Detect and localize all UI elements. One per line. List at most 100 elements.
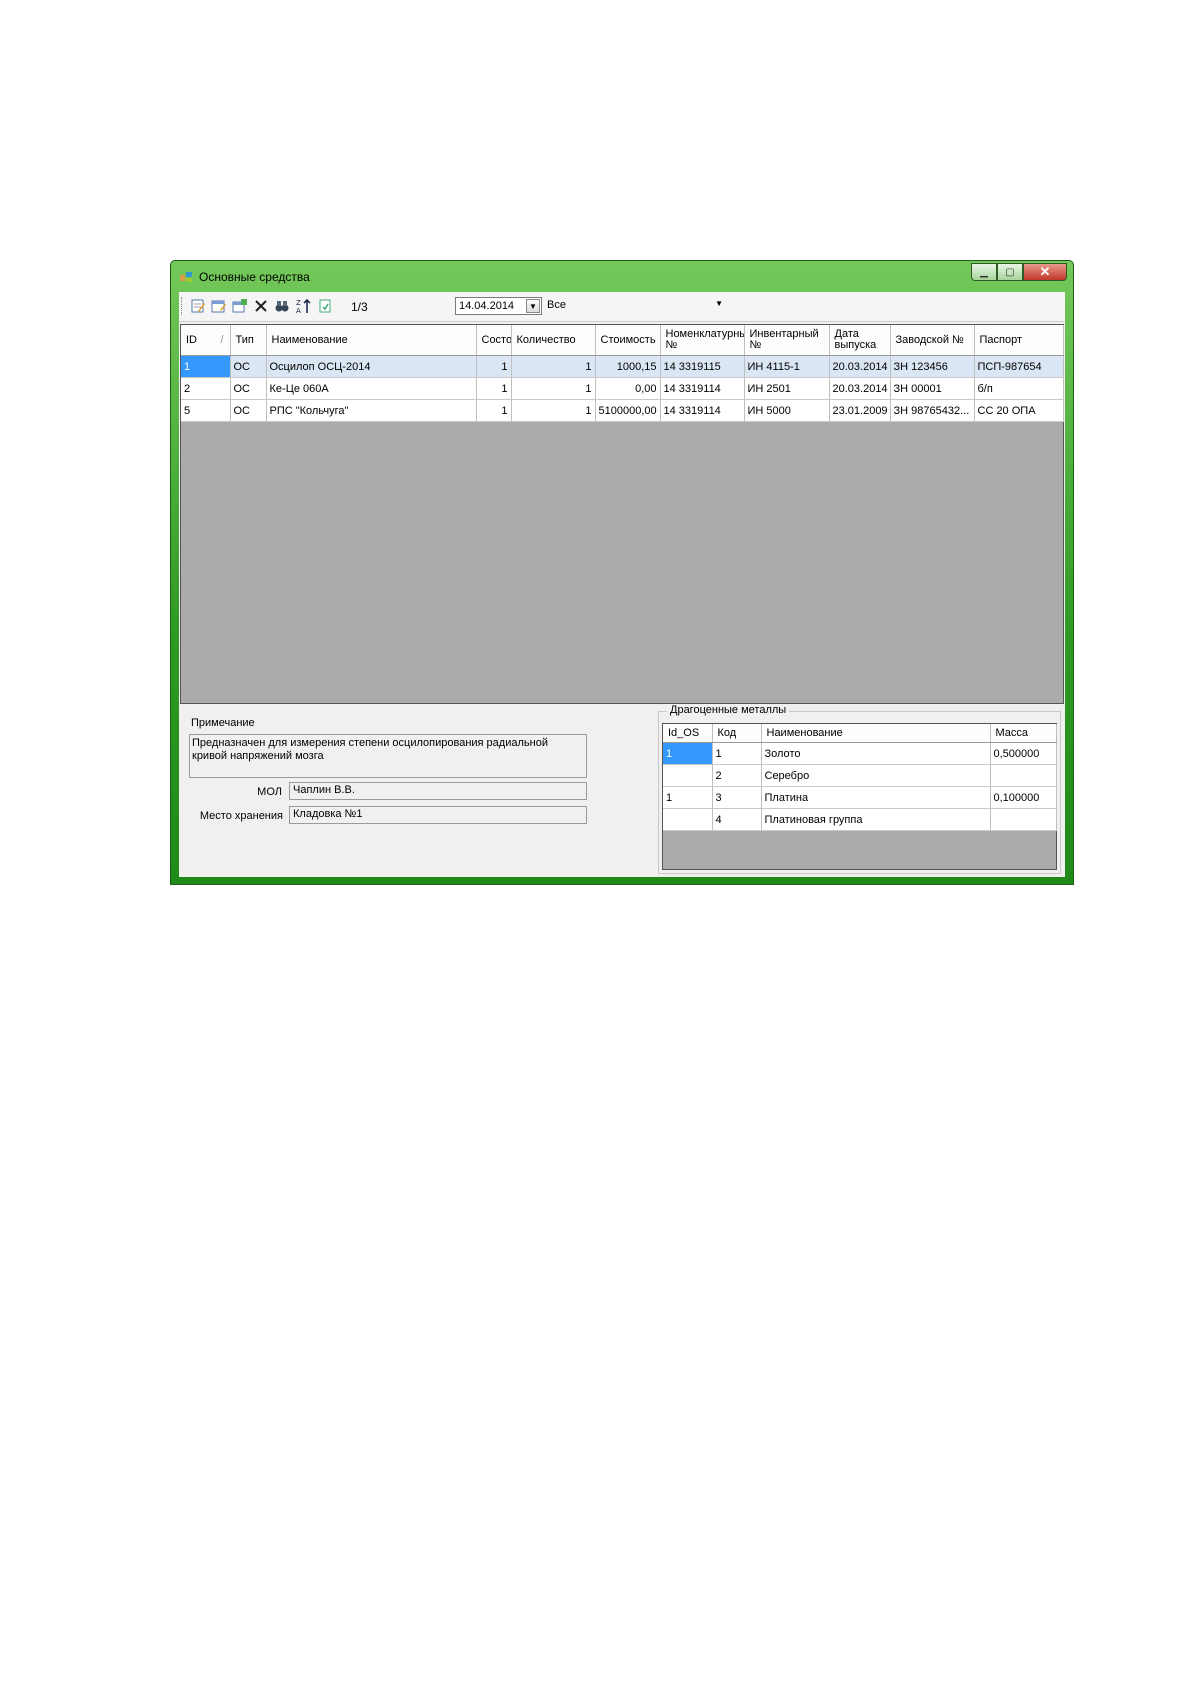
cell-cost[interactable]: 1000,15 [595, 355, 661, 378]
minimize-button[interactable]: ▁ [971, 263, 997, 281]
cell-id-os[interactable] [663, 808, 713, 831]
column-header[interactable]: Наименование [266, 325, 477, 356]
filter-select[interactable]: Все ▼ [547, 297, 725, 315]
cell-type[interactable]: ОС [230, 377, 267, 400]
column-header[interactable]: Стоимость [595, 325, 661, 356]
page-indicator: 1/3 [351, 300, 368, 314]
cell-code[interactable]: 4 [712, 808, 762, 831]
cell-inventory[interactable]: ИН 2501 [744, 377, 830, 400]
cell-name[interactable]: Ке-Це 060А [266, 377, 477, 400]
column-header[interactable]: ID / [181, 325, 231, 356]
sort-icon[interactable]: ZA [295, 298, 311, 314]
cell-id[interactable]: 2 [181, 377, 231, 400]
storage-field[interactable]: Кладовка №1 [289, 806, 587, 824]
cell-inventory[interactable]: ИН 5000 [744, 399, 830, 422]
cell-id-os[interactable]: 1 [663, 786, 713, 809]
chevron-down-icon[interactable]: ▼ [526, 299, 540, 313]
cell-id-os[interactable] [663, 764, 713, 787]
column-header[interactable]: Заводской № [890, 325, 975, 356]
column-header[interactable]: Тип [230, 325, 267, 356]
cell-state[interactable]: 1 [476, 377, 512, 400]
table-row[interactable]: 5 ОС РПС "Кольчуга" 1 1 5100000,00 14 33… [181, 399, 1064, 422]
chevron-down-icon[interactable]: ▼ [715, 299, 723, 308]
cell-release-date[interactable]: 20.03.2014 [829, 377, 891, 400]
cell-metal-name[interactable]: Платина [761, 786, 991, 809]
cell-release-date[interactable]: 23.01.2009 [829, 399, 891, 422]
table-row[interactable]: 1 3 Платина 0,100000 [663, 786, 1057, 809]
cell-quantity[interactable]: 1 [511, 377, 596, 400]
cell-mass[interactable]: 0,100000 [990, 786, 1057, 809]
cell-code[interactable]: 3 [712, 786, 762, 809]
column-header[interactable]: Паспорт [974, 325, 1064, 356]
cell-inventory[interactable]: ИН 4115-1 [744, 355, 830, 378]
cell-cost[interactable]: 5100000,00 [595, 399, 661, 422]
cell-quantity[interactable]: 1 [511, 355, 596, 378]
cell-code[interactable]: 1 [712, 742, 762, 765]
cell-metal-name[interactable]: Платиновая группа [761, 808, 991, 831]
cell-release-date[interactable]: 20.03.2014 [829, 355, 891, 378]
cell-mass[interactable] [990, 764, 1057, 787]
cell-id[interactable]: 1 [181, 355, 231, 378]
notes-textarea[interactable]: Предназначен для измерения степени осцил… [189, 734, 587, 778]
svg-text:Z: Z [296, 299, 301, 307]
cell-state[interactable]: 1 [476, 355, 512, 378]
cell-passport[interactable]: ПСП-987654 [974, 355, 1064, 378]
cell-mass[interactable]: 0,500000 [990, 742, 1057, 765]
table-row[interactable]: 2 ОС Ке-Це 060А 1 1 0,00 14 3319114 ИН 2… [181, 377, 1064, 400]
column-header[interactable]: Номенклатурный № [660, 325, 745, 356]
cell-code[interactable]: 2 [712, 764, 762, 787]
column-header[interactable]: Масса [990, 724, 1057, 743]
close-button[interactable]: ✕ [1023, 263, 1067, 281]
svg-text:A: A [296, 307, 301, 314]
title-bar[interactable]: Основные средства ▁ ▢ ✕ [171, 261, 1073, 291]
cell-id[interactable]: 5 [181, 399, 231, 422]
cell-type[interactable]: ОС [230, 399, 267, 422]
cell-passport[interactable]: СС 20 ОПА [974, 399, 1064, 422]
cell-name[interactable]: Осцилоп ОСЦ-2014 [266, 355, 477, 378]
cell-state[interactable]: 1 [476, 399, 512, 422]
metals-table: Id_OS Код Наименование Масса 1 1 Золото … [663, 724, 1057, 831]
client-area: ZA 1/3 14.04.2014 ▼ Все ▼ ID / Тип Наиме… [179, 292, 1065, 877]
mol-field[interactable]: Чаплин В.В. [289, 782, 587, 800]
column-header[interactable]: Код [712, 724, 762, 743]
cell-serial[interactable]: ЗН 98765432... [890, 399, 975, 422]
table-header: Id_OS Код Наименование Масса [663, 724, 1057, 743]
cell-serial[interactable]: ЗН 00001 [890, 377, 975, 400]
delete-icon[interactable] [253, 298, 269, 314]
cell-mass[interactable] [990, 808, 1057, 831]
cell-cost[interactable]: 0,00 [595, 377, 661, 400]
cell-name[interactable]: РПС "Кольчуга" [266, 399, 477, 422]
table-row[interactable]: 4 Платиновая группа [663, 808, 1057, 831]
cell-id-os[interactable]: 1 [663, 742, 713, 765]
cell-nomenclature[interactable]: 14 3319114 [660, 399, 745, 422]
export-icon[interactable] [317, 298, 333, 314]
cell-quantity[interactable]: 1 [511, 399, 596, 422]
toolbar-grip[interactable] [181, 297, 185, 315]
find-icon[interactable] [274, 298, 290, 314]
table-row[interactable]: 1 1 Золото 0,500000 [663, 742, 1057, 765]
cell-nomenclature[interactable]: 14 3319115 [660, 355, 745, 378]
cell-serial[interactable]: ЗН 123456 [890, 355, 975, 378]
maximize-button[interactable]: ▢ [997, 263, 1023, 281]
cell-type[interactable]: ОС [230, 355, 267, 378]
column-header[interactable]: Состо [476, 325, 512, 356]
column-header[interactable]: Инвентарный № [744, 325, 830, 356]
cell-passport[interactable]: б/п [974, 377, 1064, 400]
copy-icon[interactable] [232, 298, 248, 314]
column-header[interactable]: Id_OS [663, 724, 713, 743]
table-row[interactable]: 2 Серебро [663, 764, 1057, 787]
table-row[interactable]: 1 ОС Осцилоп ОСЦ-2014 1 1 1000,15 14 331… [181, 355, 1064, 378]
column-header[interactable]: Наименование [761, 724, 991, 743]
column-header[interactable]: Количество [511, 325, 596, 356]
cell-metal-name[interactable]: Серебро [761, 764, 991, 787]
sort-indicator-icon: / [220, 333, 224, 346]
column-header[interactable]: Дата выпуска [829, 325, 891, 356]
table-header: ID / Тип Наименование Состо Количество Ст… [181, 325, 1064, 356]
metals-group: Драгоценные металлы Id_OS Код Наименован… [658, 704, 1061, 874]
cell-metal-name[interactable]: Золото [761, 742, 991, 765]
add-icon[interactable] [211, 298, 227, 314]
date-picker[interactable]: 14.04.2014 ▼ [455, 297, 542, 315]
edit-icon[interactable] [190, 298, 206, 314]
cell-nomenclature[interactable]: 14 3319114 [660, 377, 745, 400]
assets-table: ID / Тип Наименование Состо Количество Ст… [181, 325, 1064, 422]
